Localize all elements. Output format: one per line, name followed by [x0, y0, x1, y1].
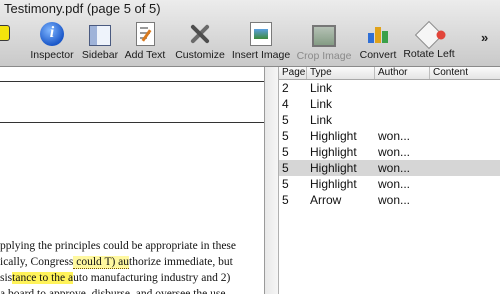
- cell-page: 5: [282, 145, 289, 159]
- page-rule-bottom: [0, 122, 264, 123]
- cell-author: won...: [378, 161, 411, 175]
- document-line: pplying the principles could be appropri…: [0, 238, 264, 254]
- inspector-button[interactable]: i Inspector: [30, 22, 74, 61]
- column-header-content[interactable]: Content: [430, 67, 500, 79]
- info-icon: i: [40, 22, 64, 46]
- column-header-page[interactable]: Page: [279, 67, 307, 79]
- cell-type: Highlight: [310, 161, 357, 175]
- text-run: uto manufacturing industry and 2): [73, 272, 231, 284]
- text-run: thorize immediate, but: [129, 256, 233, 268]
- highlighted-text: tance to the a: [12, 272, 74, 284]
- text-run: sis: [0, 272, 13, 284]
- table-row[interactable]: 4 Link: [279, 96, 500, 112]
- cell-page: 5: [282, 113, 289, 127]
- table-row[interactable]: 5 Arrow won...: [279, 192, 500, 208]
- column-header-type[interactable]: Type: [307, 67, 375, 79]
- toolbar-overflow-button[interactable]: »: [481, 30, 488, 45]
- document-line: ically, Congress could T) authorize imme…: [0, 254, 264, 270]
- insert-image-icon: [250, 22, 272, 46]
- insert-image-button[interactable]: Insert Image: [231, 22, 291, 61]
- annotations-table[interactable]: Page Type Author Content 2 Link 4 Link 5 Link…: [279, 67, 500, 294]
- column-header-author[interactable]: Author: [375, 67, 430, 79]
- table-header: Page Type Author Content: [279, 67, 500, 80]
- table-row[interactable]: 5 Highlight won...: [279, 144, 500, 160]
- sidebar-button[interactable]: Sidebar: [80, 22, 120, 61]
- document-view[interactable]: pplying the principles could be appropri…: [0, 67, 265, 294]
- rotate-left-button[interactable]: Rotate Left: [402, 20, 456, 60]
- text-run: ically, Congress: [0, 256, 74, 268]
- crop-icon: [312, 25, 336, 47]
- crop-image-button[interactable]: Crop Image: [296, 22, 352, 62]
- cell-type: Highlight: [310, 129, 357, 143]
- cell-author: won...: [378, 129, 411, 143]
- cell-page: 2: [282, 81, 289, 95]
- table-row[interactable]: 5 Link: [279, 112, 500, 128]
- cell-page: 5: [282, 177, 289, 191]
- table-row[interactable]: 5 Highlight won...: [279, 128, 500, 144]
- cell-type: Arrow: [310, 193, 342, 207]
- cell-type: Highlight: [310, 177, 357, 191]
- document-text: pplying the principles could be appropri…: [0, 238, 264, 294]
- highlighted-text: could T) au: [73, 256, 130, 269]
- cell-page: 5: [282, 129, 289, 143]
- cell-author: won...: [378, 193, 411, 207]
- customize-button[interactable]: Customize: [174, 22, 226, 61]
- cell-page: 4: [282, 97, 289, 111]
- add-text-button[interactable]: Add Text: [122, 22, 168, 61]
- document-line: a board to approve, disburse, and overse…: [0, 286, 264, 294]
- cell-page: 5: [282, 193, 289, 207]
- window-toolbar: Testimony.pdf (page 5 of 5) i Inspector …: [0, 0, 500, 67]
- rotate-left-icon: [414, 20, 448, 50]
- add-text-icon: [135, 22, 155, 46]
- window-title: Testimony.pdf (page 5 of 5): [4, 1, 161, 16]
- document-line: sistance to the auto manufacturing indus…: [0, 270, 264, 286]
- text-run: pplying the principles could be appropri…: [0, 240, 237, 252]
- cell-author: won...: [378, 177, 411, 191]
- tools-icon: [188, 22, 212, 46]
- sticky-note-button[interactable]: [0, 25, 10, 41]
- cell-type: Link: [310, 97, 333, 111]
- highlighted-text: a board to approve, disburse, and overse…: [0, 288, 226, 294]
- split-view-divider[interactable]: [265, 67, 279, 294]
- convert-icon: [366, 22, 390, 46]
- cell-author: won...: [378, 145, 411, 159]
- sidebar-icon: [89, 25, 111, 46]
- table-row[interactable]: 2 Link: [279, 80, 500, 96]
- table-row[interactable]: 5 Highlight won...: [279, 160, 500, 176]
- cell-type: Link: [310, 81, 333, 95]
- cell-page: 5: [282, 161, 289, 175]
- table-row[interactable]: 5 Highlight won...: [279, 176, 500, 192]
- cell-type: Link: [310, 113, 333, 127]
- cell-type: Highlight: [310, 145, 357, 159]
- page-rule-top: [0, 81, 264, 82]
- convert-button[interactable]: Convert: [356, 22, 400, 61]
